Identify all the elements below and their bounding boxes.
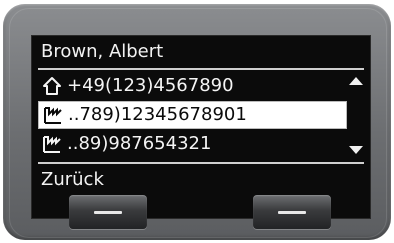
number-list-item-office[interactable]: ..89)987654321 xyxy=(38,130,347,158)
scroll-up-arrow-icon xyxy=(349,77,363,85)
office-icon xyxy=(42,134,62,154)
display-screen: Brown, Albert +49(123)4567890 ..789)1234… xyxy=(31,35,371,219)
number-list-item-home[interactable]: +49(123)4567890 xyxy=(38,72,347,100)
contact-name-title: Brown, Albert xyxy=(41,41,164,62)
right-softkey-button[interactable] xyxy=(253,195,331,229)
office-icon xyxy=(43,105,63,125)
phone-number-label: +49(123)4567890 xyxy=(67,75,234,96)
minus-icon xyxy=(94,210,122,214)
number-list-item-office-selected[interactable]: ..789)12345678901 xyxy=(38,101,347,129)
phone-device: Brown, Albert +49(123)4567890 ..789)1234… xyxy=(3,4,391,240)
scroll-down-arrow-icon xyxy=(349,146,363,154)
left-softkey-button[interactable] xyxy=(69,195,147,229)
home-icon xyxy=(42,76,62,96)
back-softkey-label: Zurück xyxy=(41,169,104,190)
header-divider xyxy=(38,68,364,70)
phone-number-label: ..789)12345678901 xyxy=(68,104,247,125)
phone-number-label: ..89)987654321 xyxy=(67,133,212,154)
footer-divider xyxy=(38,162,364,164)
minus-icon xyxy=(278,210,306,214)
